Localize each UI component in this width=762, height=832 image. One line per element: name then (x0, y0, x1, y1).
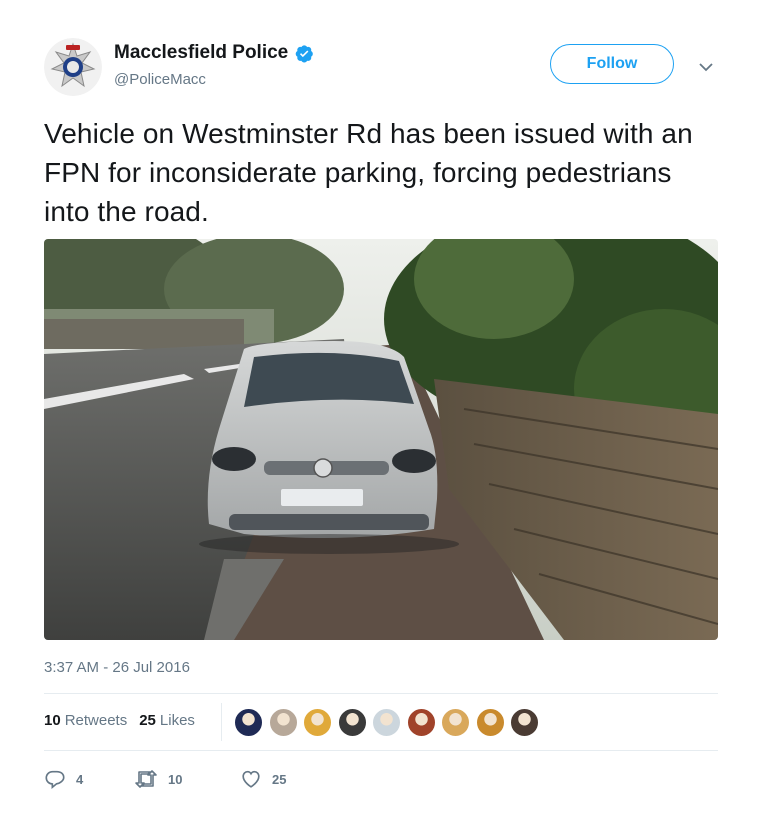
user-display-name[interactable]: Macclesfield Police (114, 42, 288, 64)
engagement-stats: 10 Retweets 25 Likes (44, 712, 195, 729)
liker-7-avatar[interactable] (441, 708, 470, 737)
retweet-button[interactable]: 10 (134, 768, 182, 790)
verified-badge-icon (295, 44, 314, 63)
divider-bottom (44, 750, 718, 751)
chevron-down-icon[interactable] (698, 60, 714, 72)
liker-avatars (234, 708, 545, 737)
like-count: 25 (272, 771, 287, 787)
tweet-text: Vehicle on Westminster Rd has been issue… (44, 118, 693, 227)
heart-icon (240, 768, 262, 790)
likes-stat[interactable]: 25 Likes (139, 712, 195, 729)
liker-1-avatar[interactable] (234, 708, 263, 737)
retweets-label: Retweets (64, 712, 128, 729)
likes-count: 25 (139, 712, 156, 729)
follow-button[interactable]: Follow (550, 44, 674, 84)
liker-9-avatar[interactable] (510, 708, 539, 737)
tweet-card: Macclesfield Police @PoliceMacc Follow V… (0, 0, 762, 832)
like-button[interactable]: 25 (240, 768, 286, 790)
retweet-count: 10 (168, 771, 183, 787)
retweets-count: 10 (44, 712, 61, 729)
reply-icon (44, 768, 66, 790)
liker-4-avatar[interactable] (337, 708, 367, 737)
likes-label: Likes (159, 712, 195, 729)
stats-separator (221, 703, 222, 741)
divider-top (44, 693, 718, 694)
tweet-photo[interactable] (44, 239, 718, 640)
liker-3-avatar[interactable] (303, 708, 332, 737)
user-name-row: Macclesfield Police (114, 42, 314, 64)
retweets-stat[interactable]: 10 Retweets (44, 712, 127, 729)
user-handle[interactable]: @PoliceMacc (114, 71, 206, 88)
profile-avatar[interactable] (44, 38, 102, 96)
liker-6-avatar[interactable] (406, 708, 436, 737)
retweet-icon (134, 768, 158, 790)
liker-5-avatar[interactable] (372, 708, 401, 737)
reply-count: 4 (76, 771, 84, 787)
liker-8-avatar[interactable] (475, 708, 505, 737)
reply-button[interactable]: 4 (44, 768, 83, 790)
liker-2-avatar[interactable] (268, 708, 298, 737)
tweet-timestamp[interactable]: 3:37 AM - 26 Jul 2016 (44, 659, 190, 676)
